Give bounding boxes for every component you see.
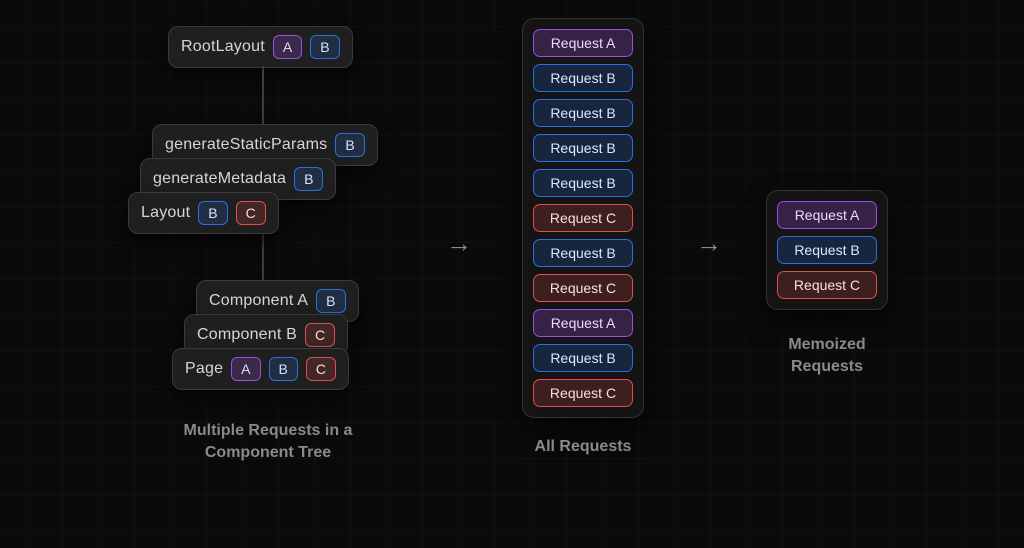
caption-line: Multiple Requests in a: [128, 420, 408, 442]
request-chip-b: B: [316, 289, 345, 313]
request-chip-b: B: [335, 133, 364, 157]
node-label: RootLayout: [181, 38, 265, 56]
node-label: Component B: [197, 326, 297, 344]
node-label: generateMetadata: [153, 170, 286, 188]
request-pill-b: Request B: [533, 99, 633, 127]
node-label: Page: [185, 360, 223, 378]
request-chip-a: A: [273, 35, 302, 59]
request-pill-a: Request A: [533, 29, 633, 57]
request-pill-c: Request C: [533, 274, 633, 302]
request-chip-c: C: [306, 357, 336, 381]
node-page: Page A B C: [172, 348, 349, 390]
request-pill-c: Request C: [777, 271, 877, 299]
memoized-requests-panel: Request A Request B Request C: [766, 190, 888, 310]
caption-line: Requests: [766, 356, 888, 378]
arrow-icon: →: [446, 230, 472, 256]
node-layout: Layout B C: [128, 192, 279, 234]
request-pill-a: Request A: [777, 201, 877, 229]
request-chip-b: B: [269, 357, 298, 381]
all-requests-panel: Request A Request B Request B Request B Requ…: [522, 18, 644, 418]
request-pill-c: Request C: [533, 379, 633, 407]
request-pill-b: Request B: [533, 169, 633, 197]
request-pill-b: Request B: [777, 236, 877, 264]
request-chip-c: C: [236, 201, 266, 225]
all-requests-column: Request A Request B Request B Request B Requ…: [522, 18, 644, 458]
connector-line: [262, 66, 264, 124]
request-chip-b: B: [294, 167, 323, 191]
caption-line: Memoized: [766, 334, 888, 356]
node-label: generateStaticParams: [165, 136, 327, 154]
request-chip-a: A: [231, 357, 260, 381]
arrow-icon: →: [696, 230, 722, 256]
request-pill-b: Request B: [533, 64, 633, 92]
request-chip-b: B: [198, 201, 227, 225]
caption-all-requests: All Requests: [522, 436, 644, 458]
node-root-layout: RootLayout A B: [168, 26, 353, 68]
request-pill-b: Request B: [533, 239, 633, 267]
request-pill-c: Request C: [533, 204, 633, 232]
node-label: Component A: [209, 292, 308, 310]
request-chip-c: C: [305, 323, 335, 347]
caption-component-tree: Multiple Requests in a Component Tree: [128, 420, 408, 465]
request-pill-b: Request B: [533, 344, 633, 372]
caption-line: Component Tree: [128, 442, 408, 464]
caption-memoized: Memoized Requests: [766, 334, 888, 379]
request-chip-b: B: [310, 35, 339, 59]
memoized-column: Request A Request B Request C Memoized Req…: [766, 190, 888, 379]
node-label: Layout: [141, 204, 190, 222]
request-pill-a: Request A: [533, 309, 633, 337]
request-pill-b: Request B: [533, 134, 633, 162]
diagram-stage: RootLayout A B generateStaticParams B ge…: [0, 0, 1024, 548]
connector-line: [262, 232, 264, 280]
